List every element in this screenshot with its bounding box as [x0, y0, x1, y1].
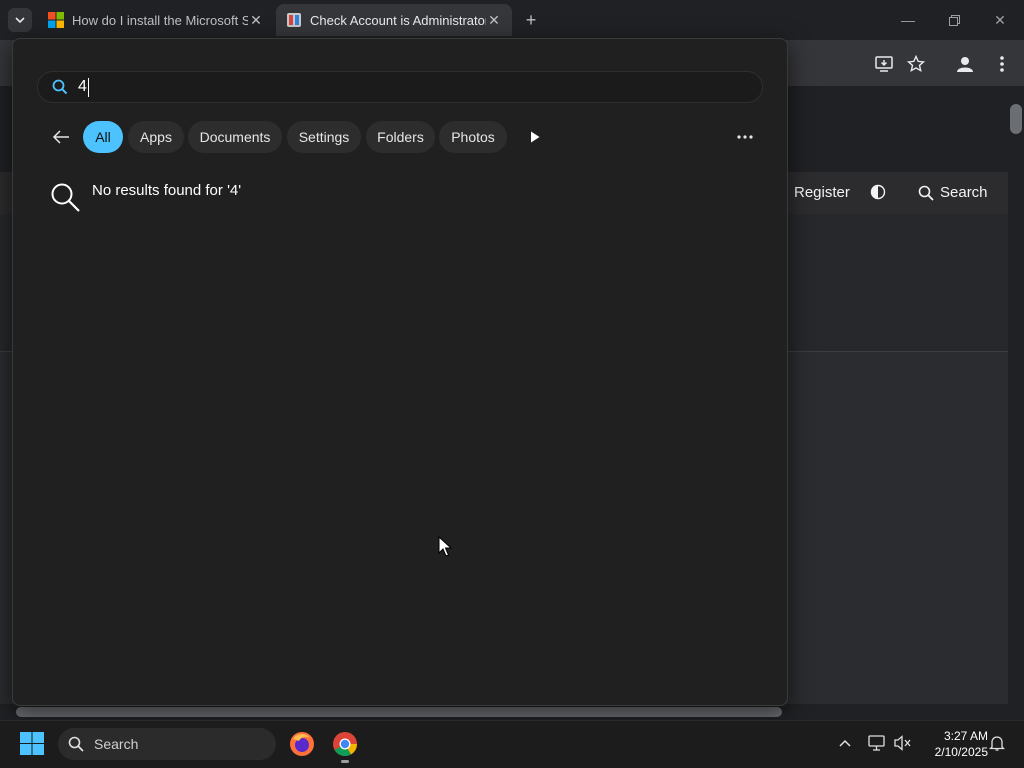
- taskbar-clock[interactable]: 3:27 AM 2/10/2025: [918, 728, 988, 760]
- clock-time: 3:27 AM: [943, 729, 988, 743]
- filter-chip-folders[interactable]: Folders: [366, 121, 435, 153]
- restore-icon[interactable]: [944, 10, 964, 30]
- site-favicon-icon: [287, 13, 301, 27]
- taskbar-search-label: Search: [94, 736, 139, 752]
- filter-chip-photos[interactable]: Photos: [439, 121, 507, 153]
- site-search-label: Search: [940, 184, 988, 201]
- firefox-icon[interactable]: [288, 730, 316, 758]
- vertical-scrollbar[interactable]: [1008, 86, 1024, 704]
- notification-bell-icon[interactable]: [986, 732, 1008, 754]
- more-options-icon[interactable]: [731, 125, 759, 149]
- filter-label: All: [95, 129, 111, 145]
- start-search-flyout: 4 All Apps Documents Settings Folders Ph…: [12, 38, 788, 706]
- start-search-input[interactable]: 4: [37, 71, 763, 103]
- filter-chip-settings[interactable]: Settings: [287, 121, 361, 153]
- menu-kebab-icon[interactable]: [990, 52, 1014, 76]
- search-icon: [918, 185, 934, 201]
- register-link[interactable]: Register: [794, 184, 850, 201]
- browser-tab[interactable]: How do I install the Microsoft S ✕: [38, 4, 274, 36]
- volume-muted-icon[interactable]: [892, 732, 914, 754]
- filter-label: Settings: [298, 129, 350, 145]
- show-hidden-icons-chevron-icon[interactable]: [834, 732, 856, 754]
- more-filters-arrow-icon[interactable]: [523, 125, 547, 149]
- theme-toggle-icon[interactable]: [870, 184, 886, 200]
- text-caret: [87, 77, 89, 97]
- search-icon: [52, 79, 68, 95]
- chevron-down-icon: [15, 17, 25, 24]
- filter-label: Apps: [140, 129, 172, 145]
- filter-chip-apps[interactable]: Apps: [128, 121, 184, 153]
- minimize-icon[interactable]: —: [898, 10, 918, 30]
- microsoft-logo-icon: [48, 12, 64, 28]
- filter-label: Documents: [199, 129, 271, 145]
- mouse-cursor-icon: [438, 536, 452, 557]
- taskbar-search-box[interactable]: Search: [58, 728, 276, 760]
- bookmark-star-icon[interactable]: [904, 52, 928, 76]
- search-query: 4: [78, 78, 87, 95]
- site-search-button[interactable]: Search: [918, 184, 988, 201]
- filter-label: Folders: [377, 129, 424, 145]
- tab-search-button[interactable]: [8, 8, 32, 32]
- back-arrow-icon[interactable]: [49, 125, 73, 149]
- tab-title: Check Account is Administrator: [310, 12, 486, 28]
- register-label: Register: [794, 184, 850, 201]
- vertical-scroll-thumb[interactable]: [1010, 104, 1022, 134]
- close-tab-icon[interactable]: ✕: [248, 12, 264, 28]
- no-results-search-icon: [51, 183, 80, 212]
- network-icon[interactable]: [866, 732, 888, 754]
- clock-date: 2/10/2025: [934, 745, 988, 759]
- running-app-indicator: [341, 760, 349, 763]
- chrome-icon[interactable]: [331, 730, 359, 758]
- filter-chip-all[interactable]: All: [83, 121, 123, 153]
- filter-label: Photos: [451, 129, 495, 145]
- browser-tab-active[interactable]: Check Account is Administrator ✕: [276, 4, 512, 36]
- search-icon: [68, 736, 84, 752]
- profile-icon[interactable]: [953, 52, 977, 76]
- tab-title: How do I install the Microsoft S: [72, 12, 248, 28]
- filter-chip-documents[interactable]: Documents: [188, 121, 282, 153]
- new-tab-button[interactable]: +: [520, 9, 542, 31]
- horizontal-scroll-thumb[interactable]: [16, 707, 782, 717]
- close-tab-icon[interactable]: ✕: [486, 12, 502, 28]
- no-results-message: No results found for '4': [92, 182, 242, 199]
- install-app-icon[interactable]: [872, 52, 896, 76]
- windows-start-icon[interactable]: [18, 731, 46, 757]
- close-window-icon[interactable]: ✕: [990, 10, 1010, 30]
